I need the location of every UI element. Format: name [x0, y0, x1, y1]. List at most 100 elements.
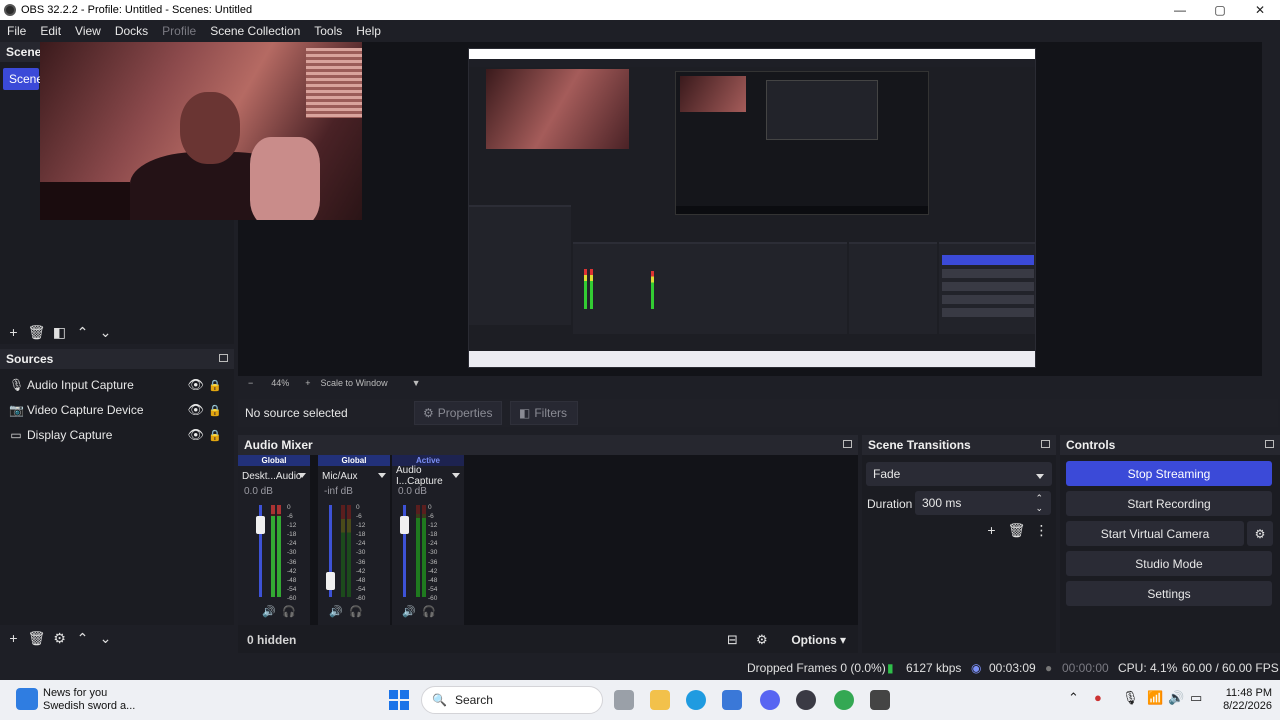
volume-icon[interactable]: 🔊 — [1168, 690, 1184, 706]
monitor-icon: ▭ — [10, 428, 22, 442]
remove-transition-button[interactable]: 🗑 — [1005, 520, 1028, 540]
scene-transitions-header: Scene Transitions — [862, 435, 1056, 455]
filters-button[interactable]: ◧ Filters — [510, 401, 578, 425]
streaming-icon: ◉ — [971, 661, 982, 675]
menu-bar: File Edit View Docks Profile Scene Colle… — [0, 20, 1280, 42]
virtual-camera-gear-icon[interactable]: ⚙ — [1247, 521, 1273, 546]
volume-slider-handle[interactable] — [256, 516, 265, 535]
volume-slider-handle[interactable] — [400, 516, 409, 535]
source-properties-button[interactable]: ⚙ — [48, 628, 71, 648]
add-transition-button[interactable]: + — [980, 520, 1003, 540]
remove-source-button[interactable]: 🗑 — [25, 628, 48, 648]
properties-button[interactable]: ⚙ Properties — [414, 401, 502, 425]
undock-icon[interactable] — [1265, 440, 1274, 448]
move-source-up-button[interactable]: ⌃ — [71, 628, 94, 648]
volume-slider-handle[interactable] — [326, 571, 335, 590]
undock-icon[interactable] — [843, 440, 852, 448]
audio-mixer-footer: 0 hidden ⊟ ⚙ Options ▾ — [238, 627, 858, 653]
menu-tools[interactable]: Tools — [307, 24, 349, 38]
start-recording-button[interactable]: Start Recording — [1066, 491, 1272, 516]
source-item[interactable]: 🎙 Audio Input Capture 👁 🔒 — [0, 373, 234, 397]
hidden-count: 0 hidden — [247, 633, 297, 647]
monitor-headphones-icon[interactable]: 🎧 — [282, 605, 296, 618]
scale-mode-select[interactable]: Scale to Window — [321, 378, 388, 388]
vu-meter — [416, 505, 420, 597]
stop-streaming-button[interactable]: Stop Streaming — [1066, 461, 1272, 486]
file-explorer-icon[interactable] — [650, 690, 670, 710]
mixer-layout-icon[interactable]: ⊟ — [727, 632, 738, 648]
visibility-eye-icon[interactable]: 👁 — [187, 377, 204, 393]
chevron-down-icon[interactable]: ▼ — [412, 378, 421, 388]
edge-browser-icon[interactable] — [686, 690, 706, 710]
tray-overflow-icon[interactable]: ⌃ — [1068, 690, 1079, 706]
menu-scene-collection[interactable]: Scene Collection — [203, 24, 307, 38]
move-scene-up-button[interactable]: ⌃ — [71, 322, 94, 342]
mixer-options-button[interactable]: Options ▾ — [791, 633, 846, 647]
source-item[interactable]: 📷 Video Capture Device 👁 🔒 — [0, 398, 234, 422]
news-widget[interactable]: News for you Swedish sword a... — [43, 687, 135, 713]
maximize-button[interactable]: ▢ — [1200, 0, 1240, 20]
transition-select[interactable]: Fade — [866, 462, 1052, 486]
fps: 60.00 / 60.00 FPS — [1182, 661, 1279, 675]
close-button[interactable]: ✕ — [1240, 0, 1280, 20]
channel-name-dropdown[interactable]: Audio I...Capture — [392, 465, 464, 487]
zoom-out-button[interactable]: − — [248, 378, 253, 388]
channel-tag: Global — [238, 455, 310, 466]
sources-header: Sources — [0, 349, 234, 369]
menu-file[interactable]: File — [0, 24, 33, 38]
chrome-icon[interactable] — [834, 690, 854, 710]
visibility-eye-icon[interactable]: 👁 — [187, 402, 204, 418]
controls-header: Controls — [1060, 435, 1280, 455]
menu-view[interactable]: View — [68, 24, 108, 38]
duration-spinbox[interactable]: 300 ms ⌃ ⌄ — [915, 491, 1051, 515]
battery-icon[interactable]: ▭ — [1190, 690, 1202, 706]
wifi-icon[interactable]: 📶 — [1147, 690, 1163, 706]
taskbar-clock[interactable]: 11:48 PM 8/22/2026 — [1216, 687, 1272, 713]
menu-profile[interactable]: Profile — [155, 24, 203, 38]
start-virtual-camera-button[interactable]: Start Virtual Camera — [1066, 521, 1244, 546]
mute-speaker-icon[interactable]: 🔊 — [329, 605, 343, 618]
channel-name-dropdown[interactable]: Mic/Aux — [318, 466, 390, 486]
source-item[interactable]: ▭ Display Capture 👁 🔒 — [0, 423, 234, 447]
bitrate: 6127 kbps — [906, 661, 962, 675]
tray-mic-icon[interactable]: 🎙 — [1122, 690, 1139, 706]
tray-app-icon[interactable]: ● — [1094, 690, 1102, 705]
undock-icon[interactable] — [219, 354, 228, 362]
news-widget-icon[interactable] — [16, 688, 38, 710]
monitor-headphones-icon[interactable]: 🎧 — [349, 605, 363, 618]
search-icon: 🔍 — [432, 693, 447, 707]
discord-icon[interactable] — [760, 690, 780, 710]
taskbar-search[interactable]: 🔍 Search — [421, 686, 603, 714]
zoom-in-button[interactable]: + — [305, 378, 310, 388]
move-scene-down-button[interactable]: ⌄ — [94, 322, 117, 342]
channel-db: -inf dB — [324, 486, 353, 497]
windows-start-icon[interactable] — [389, 690, 409, 710]
channel-name-dropdown[interactable]: Deskt...Audio — [238, 466, 310, 486]
menu-edit[interactable]: Edit — [33, 24, 68, 38]
move-source-down-button[interactable]: ⌄ — [94, 628, 117, 648]
add-scene-button[interactable]: + — [2, 322, 25, 342]
lock-icon[interactable]: 🔒 — [208, 429, 222, 442]
task-view-icon[interactable] — [614, 690, 634, 710]
transition-more-menu-icon[interactable]: ⋮ — [1030, 520, 1053, 540]
studio-mode-button[interactable]: Studio Mode — [1066, 551, 1272, 576]
lock-icon[interactable]: 🔒 — [208, 379, 222, 392]
minimize-button[interactable]: — — [1160, 0, 1200, 20]
obs-taskbar-icon[interactable] — [796, 690, 816, 710]
scene-list-item[interactable]: Scene — [3, 68, 43, 90]
lock-icon[interactable]: 🔒 — [208, 404, 222, 417]
scene-filters-button[interactable]: ◧ — [48, 322, 71, 342]
zoom-level: 44% — [271, 378, 290, 388]
advanced-audio-gear-icon[interactable]: ⚙ — [756, 632, 768, 648]
menu-docks[interactable]: Docks — [108, 24, 155, 38]
mute-speaker-icon[interactable]: 🔊 — [262, 605, 276, 618]
visibility-eye-icon[interactable]: 👁 — [187, 427, 204, 443]
remove-scene-button[interactable]: 🗑 — [25, 322, 48, 342]
app-taskbar-icon[interactable] — [870, 690, 890, 710]
microsoft-store-icon[interactable] — [722, 690, 742, 710]
settings-button[interactable]: Settings — [1066, 581, 1272, 606]
menu-help[interactable]: Help — [349, 24, 388, 38]
monitor-headphones-icon[interactable]: 🎧 — [422, 605, 436, 618]
undock-icon[interactable] — [1041, 440, 1050, 448]
mute-speaker-icon[interactable]: 🔊 — [402, 605, 416, 618]
